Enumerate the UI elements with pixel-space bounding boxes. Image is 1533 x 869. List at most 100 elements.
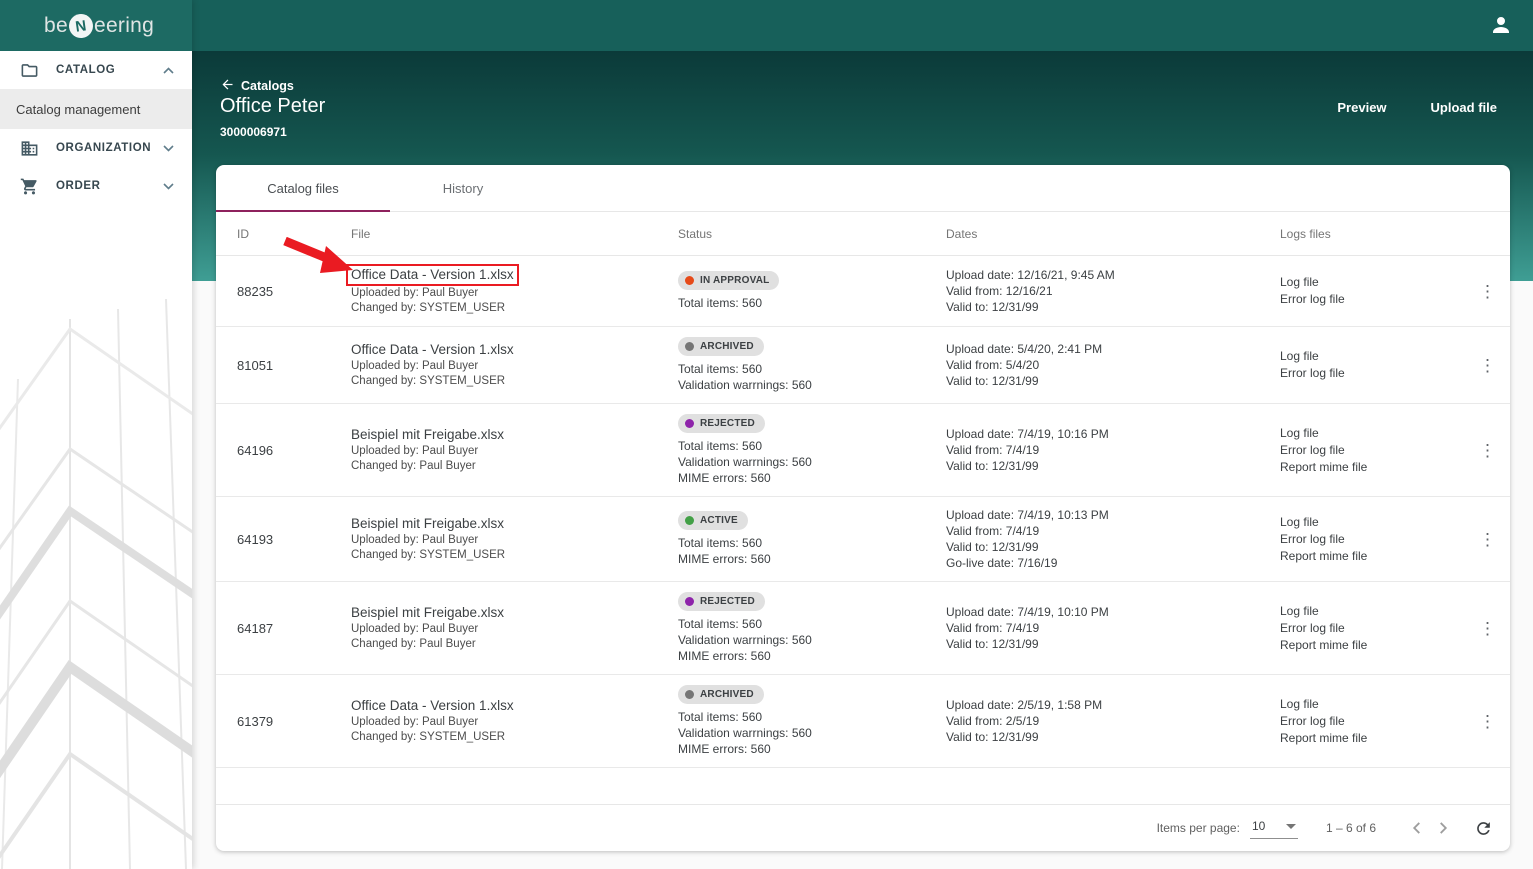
error-log-file-link[interactable]: Error log file <box>1280 713 1456 730</box>
row-kebab-menu-icon[interactable]: ⋮ <box>1476 283 1500 300</box>
date-line: Valid to: 12/31/99 <box>946 374 1039 388</box>
date-line: Go-live date: 7/16/19 <box>946 556 1058 570</box>
logs-cell: Log file Error log file Report mime file <box>1280 425 1456 476</box>
row-id: 64196 <box>237 442 274 458</box>
file-cell: Office Data - Version 1.xlsx Uploaded by… <box>346 264 678 316</box>
catalog-id: 3000006971 <box>220 125 287 139</box>
date-line: Valid to: 12/31/99 <box>946 540 1039 554</box>
previous-page-button[interactable] <box>1404 815 1430 841</box>
report-mime-file-link[interactable]: Report mime file <box>1280 730 1456 747</box>
back-to-catalogs-link[interactable]: Catalogs <box>220 77 294 95</box>
report-mime-file-link[interactable]: Report mime file <box>1280 459 1456 476</box>
report-mime-file-link[interactable]: Report mime file <box>1280 637 1456 654</box>
tab-label: Catalog files <box>267 180 339 196</box>
file-cell: Office Data - Version 1.xlsx Uploaded by… <box>351 697 678 745</box>
stat-line: Total items: 560 <box>678 710 763 724</box>
brand-logo: be N eering <box>44 11 155 40</box>
brand-suffix: eering <box>93 13 155 37</box>
sidebar-item-order[interactable]: ORDER <box>0 167 192 205</box>
status-badge: REJECTED <box>678 414 765 433</box>
error-log-file-link[interactable]: Error log file <box>1280 442 1456 459</box>
date-line: Upload date: 7/4/19, 10:10 PM <box>946 605 1109 619</box>
status-badge: ARCHIVED <box>678 685 764 704</box>
log-file-link[interactable]: Log file <box>1280 274 1456 291</box>
row-kebab-menu-icon[interactable]: ⋮ <box>1476 713 1500 730</box>
items-per-page-select[interactable]: 10 <box>1249 817 1298 839</box>
row-kebab-menu-icon[interactable]: ⋮ <box>1476 620 1500 637</box>
chevron-down-icon <box>163 177 174 195</box>
refresh-button[interactable] <box>1470 815 1496 841</box>
error-log-file-link[interactable]: Error log file <box>1280 620 1456 637</box>
log-file-link[interactable]: Log file <box>1280 425 1456 442</box>
chevron-left-icon <box>1412 822 1420 834</box>
sidebar-item-organization[interactable]: ORGANIZATION <box>0 129 192 167</box>
refresh-icon <box>1476 821 1490 835</box>
row-kebab-menu-icon[interactable]: ⋮ <box>1476 357 1500 374</box>
log-file-link[interactable]: Log file <box>1280 348 1456 365</box>
page-range-label: 1 – 6 of 6 <box>1325 821 1376 835</box>
column-header-logs: Logs files <box>1280 226 1331 241</box>
changed-by: Changed by: SYSTEM_USER <box>351 731 506 743</box>
uploaded-by: Uploaded by: Paul Buyer <box>351 287 479 299</box>
error-log-file-link[interactable]: Error log file <box>1280 531 1456 548</box>
file-cell: Beispiel mit Freigabe.xlsx Uploaded by: … <box>351 426 678 474</box>
row-kebab-menu-icon[interactable]: ⋮ <box>1476 531 1500 548</box>
uploaded-by: Uploaded by: Paul Buyer <box>351 716 479 728</box>
date-line: Valid to: 12/31/99 <box>946 637 1039 651</box>
file-name[interactable]: Beispiel mit Freigabe.xlsx <box>351 515 678 533</box>
error-log-file-link[interactable]: Error log file <box>1280 291 1456 308</box>
row-id: 81051 <box>237 357 274 373</box>
next-page-button[interactable] <box>1430 815 1456 841</box>
sidebar-item-label: CATALOG <box>56 64 116 76</box>
tab-label: History <box>442 180 484 196</box>
file-name[interactable]: Beispiel mit Freigabe.xlsx <box>351 426 678 444</box>
brand-prefix: be <box>44 13 68 37</box>
sidebar-item-catalog[interactable]: CATALOG <box>0 51 192 89</box>
changed-by: Changed by: Paul Buyer <box>351 638 476 650</box>
tab-history[interactable]: History <box>390 165 536 211</box>
status-badge: REJECTED <box>678 592 765 611</box>
stat-line: Validation warrnings: 560 <box>678 633 812 647</box>
table-row: 64193 Beispiel mit Freigabe.xlsx Uploade… <box>216 497 1510 582</box>
row-id: 64193 <box>237 531 274 547</box>
file-cell: Beispiel mit Freigabe.xlsx Uploaded by: … <box>351 604 678 652</box>
chevron-right-icon <box>1440 822 1448 834</box>
stat-line: MIME errors: 560 <box>678 742 771 756</box>
logs-cell: Log file Error log file <box>1280 274 1456 308</box>
changed-by: Changed by: Paul Buyer <box>351 460 476 472</box>
status-dot <box>685 276 694 285</box>
log-file-link[interactable]: Log file <box>1280 696 1456 713</box>
date-line: Valid to: 12/31/99 <box>946 300 1039 314</box>
row-kebab-menu-icon[interactable]: ⋮ <box>1476 442 1500 459</box>
upload-file-button[interactable]: Upload file <box>1431 100 1497 115</box>
status-cell: ACTIVE Total items: 560 MIME errors: 560 <box>678 511 946 567</box>
dates-cell: Upload date: 5/4/20, 2:41 PM Valid from:… <box>946 341 1280 389</box>
status-badge: IN APPROVAL <box>678 271 780 290</box>
log-file-link[interactable]: Log file <box>1280 514 1456 531</box>
column-header-file: File <box>351 226 371 241</box>
file-name[interactable]: Office Data - Version 1.xlsx <box>351 697 678 715</box>
date-line: Upload date: 7/4/19, 10:16 PM <box>946 427 1109 441</box>
file-name-highlighted[interactable]: Office Data - Version 1.xlsx <box>346 264 519 286</box>
report-mime-file-link[interactable]: Report mime file <box>1280 548 1456 565</box>
status-cell: ARCHIVED Total items: 560 Validation war… <box>678 337 946 393</box>
file-name[interactable]: Beispiel mit Freigabe.xlsx <box>351 604 678 622</box>
log-file-link[interactable]: Log file <box>1280 603 1456 620</box>
tab-bar: Catalog files History <box>216 165 1510 212</box>
table-paginator: Items per page: 10 1 – 6 of 6 <box>216 804 1510 851</box>
changed-by: Changed by: SYSTEM_USER <box>351 375 506 387</box>
uploaded-by: Uploaded by: Paul Buyer <box>351 360 479 372</box>
file-cell: Office Data - Version 1.xlsx Uploaded by… <box>351 341 678 389</box>
sidebar-item-label: ORDER <box>56 180 101 192</box>
file-name[interactable]: Office Data - Version 1.xlsx <box>351 341 678 359</box>
stat-line: Validation warrnings: 560 <box>678 378 812 392</box>
sidebar-item-catalog-management[interactable]: Catalog management <box>0 89 192 129</box>
user-account-button[interactable] <box>1489 13 1515 39</box>
error-log-file-link[interactable]: Error log file <box>1280 365 1456 382</box>
status-cell: IN APPROVAL Total items: 560 <box>678 271 946 311</box>
status-badge: ACTIVE <box>678 511 748 530</box>
tab-catalog-files[interactable]: Catalog files <box>216 165 390 212</box>
preview-button[interactable]: Preview <box>1337 100 1386 115</box>
table-row: 81051 Office Data - Version 1.xlsx Uploa… <box>216 327 1510 404</box>
dates-cell: Upload date: 12/16/21, 9:45 AM Valid fro… <box>946 267 1280 315</box>
